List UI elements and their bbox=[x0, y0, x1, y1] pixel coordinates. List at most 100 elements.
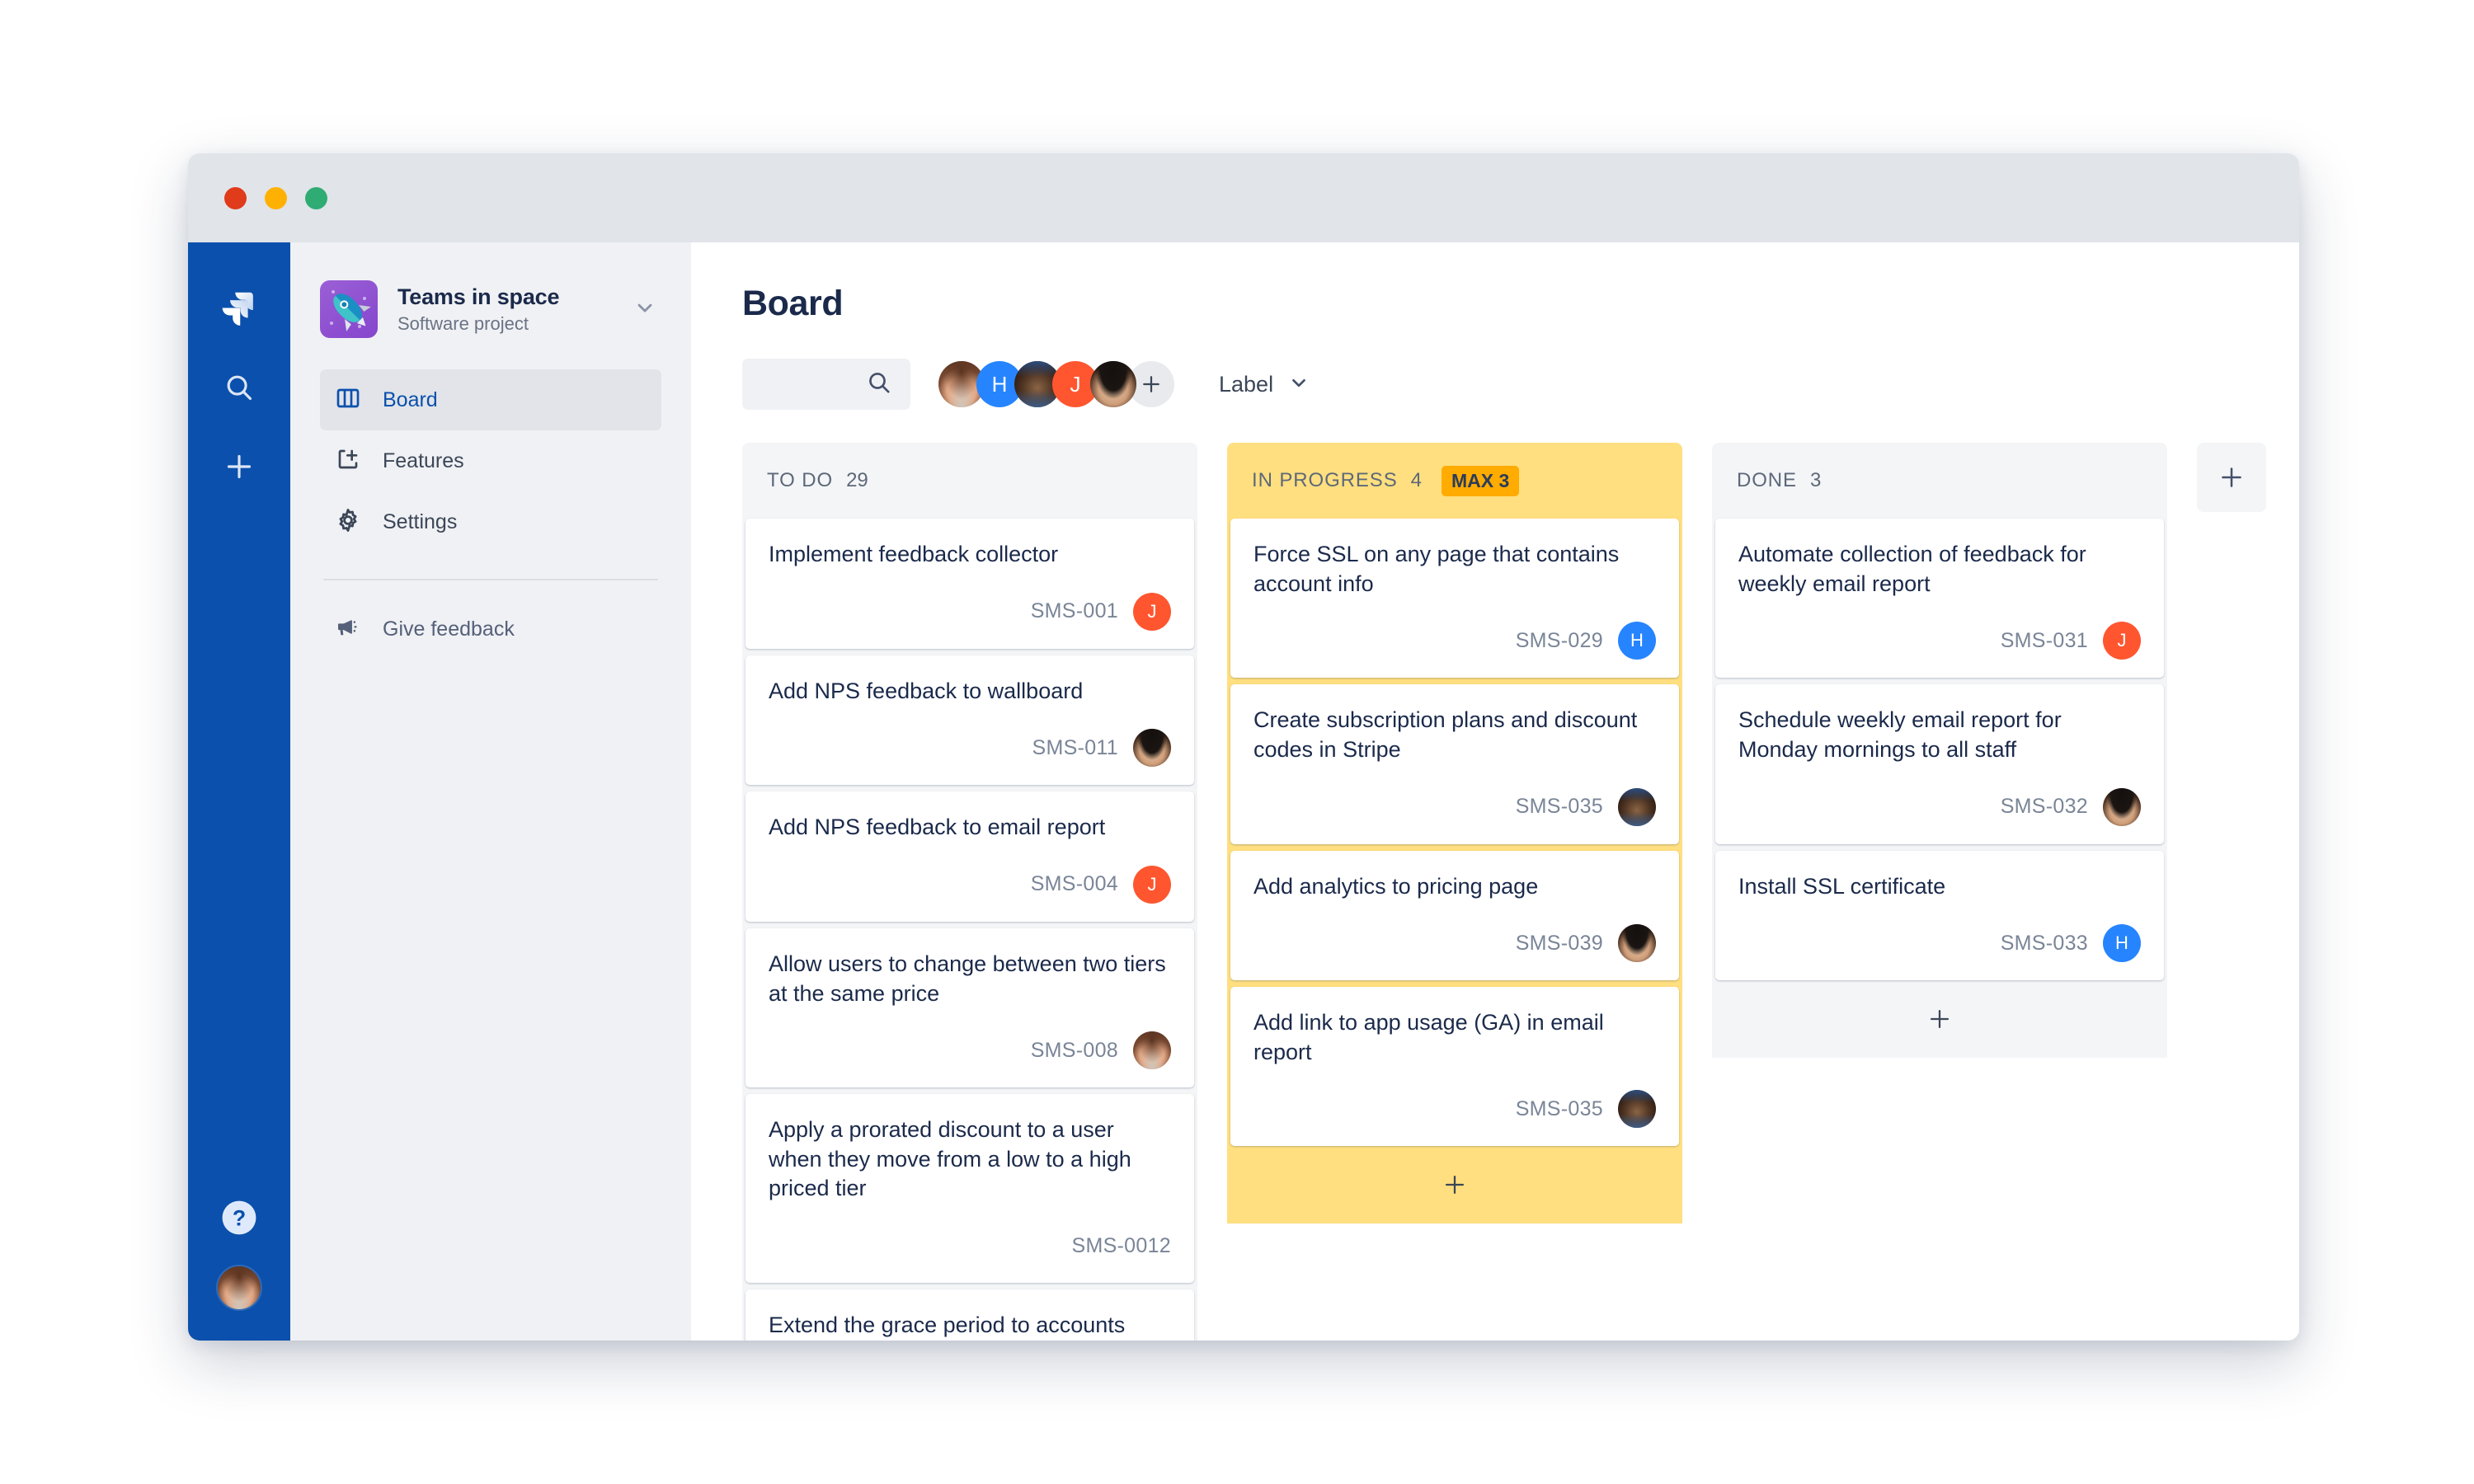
board-columns: TO DO 29 Implement feedback collector SMS-0… bbox=[742, 443, 2299, 1341]
board-column: IN PROGRESS 4 MAX 3 Force SSL on any page t… bbox=[1227, 443, 1682, 1224]
card-footer: SMS-039 bbox=[1253, 924, 1656, 963]
add-card-button[interactable] bbox=[1712, 980, 2167, 1058]
avatar[interactable] bbox=[216, 1265, 262, 1311]
app-body: ? Teams in space Software project Board … bbox=[188, 242, 2299, 1341]
column-count: 29 bbox=[846, 469, 868, 491]
sidebar-item-board[interactable]: Board bbox=[320, 369, 661, 430]
column-name: IN PROGRESS bbox=[1252, 469, 1398, 491]
help-icon[interactable]: ? bbox=[221, 1200, 257, 1240]
board-card[interactable]: Automate collection of feedback for week… bbox=[1715, 519, 2164, 679]
sidebar-item-features[interactable]: Features bbox=[320, 430, 661, 491]
chevron-down-icon bbox=[1288, 372, 1310, 397]
card-title: Add NPS feedback to email report bbox=[769, 815, 1106, 840]
board-column: DONE 3 Automate collection of feedback for… bbox=[1712, 443, 2167, 1059]
sidebar-item-label: Features bbox=[383, 448, 464, 472]
sidebar-item-label: Give feedback bbox=[383, 617, 515, 641]
plus-icon[interactable] bbox=[218, 445, 261, 488]
column-card-list: Implement feedback collector SMS-001 J Add … bbox=[742, 519, 1197, 1341]
search-icon[interactable] bbox=[218, 366, 261, 409]
column-count: 4 bbox=[1410, 469, 1422, 491]
status-badge: MAX 3 bbox=[1441, 465, 1520, 496]
card-issue-key[interactable]: SMS-035 bbox=[1516, 795, 1603, 819]
card-title: Install SSL certificate bbox=[1738, 873, 1946, 899]
board-card[interactable]: Apply a prorated discount to a user when… bbox=[745, 1094, 1194, 1283]
label-filter-dropdown[interactable]: Label bbox=[1219, 372, 1310, 397]
card-issue-key[interactable]: SMS-0012 bbox=[1071, 1234, 1171, 1258]
avatar[interactable] bbox=[1618, 1090, 1656, 1129]
svg-text:?: ? bbox=[233, 1205, 246, 1230]
card-footer: SMS-032 bbox=[1738, 787, 2141, 826]
avatar[interactable]: J bbox=[1133, 592, 1171, 631]
card-title: Automate collection of feedback for week… bbox=[1738, 542, 2086, 596]
window-close-button[interactable] bbox=[224, 186, 247, 209]
board-content: Board HJ Label TO DO 29 Implement feedba… bbox=[691, 242, 2299, 1341]
board-toolbar: HJ Label bbox=[742, 359, 2299, 410]
avatar-photo bbox=[1090, 361, 1136, 407]
window-titlebar bbox=[188, 153, 2299, 242]
card-issue-key[interactable]: SMS-001 bbox=[1031, 599, 1118, 623]
avatar[interactable] bbox=[1618, 787, 1656, 826]
board-card[interactable]: Install SSL certificate SMS-033 H bbox=[1715, 850, 2164, 981]
board-card[interactable]: Schedule weekly email report for Monday … bbox=[1715, 684, 2164, 844]
column-card-list: Automate collection of feedback for week… bbox=[1712, 519, 2167, 981]
avatar-photo bbox=[1133, 729, 1171, 768]
avatar[interactable] bbox=[2103, 787, 2141, 826]
card-title: Add link to app usage (GA) in email repo… bbox=[1253, 1010, 1604, 1064]
window-minimize-button[interactable] bbox=[265, 186, 287, 209]
rocket-icon bbox=[320, 280, 378, 338]
card-footer: SMS-035 bbox=[1253, 787, 1656, 826]
sidebar-item-label: Settings bbox=[383, 510, 458, 533]
search-input[interactable] bbox=[742, 359, 910, 410]
jira-logo-icon[interactable] bbox=[219, 289, 260, 330]
project-meta: Teams in space Software project bbox=[397, 284, 609, 335]
column-name: DONE bbox=[1737, 469, 1797, 491]
avatar[interactable] bbox=[1133, 729, 1171, 768]
avatar[interactable]: J bbox=[1133, 865, 1171, 904]
card-issue-key[interactable]: SMS-035 bbox=[1516, 1097, 1603, 1121]
card-issue-key[interactable]: SMS-031 bbox=[2001, 629, 2088, 653]
avatar[interactable]: H bbox=[2103, 924, 2141, 963]
project-header[interactable]: Teams in space Software project bbox=[320, 280, 661, 338]
add-column-button[interactable] bbox=[2197, 443, 2266, 512]
card-issue-key[interactable]: SMS-011 bbox=[1032, 736, 1118, 760]
avatar[interactable]: H bbox=[1618, 622, 1656, 660]
card-title: Allow users to change between two tiers … bbox=[769, 951, 1166, 1006]
sidebar-item-settings[interactable]: Settings bbox=[320, 491, 661, 552]
window-maximize-button[interactable] bbox=[305, 186, 327, 209]
chevron-down-icon[interactable] bbox=[628, 291, 661, 328]
card-issue-key[interactable]: SMS-008 bbox=[1031, 1039, 1118, 1063]
board-card[interactable]: Allow users to change between two tiers … bbox=[745, 928, 1194, 1088]
avatar[interactable] bbox=[1133, 1031, 1171, 1070]
gear-icon bbox=[335, 507, 361, 538]
board-card[interactable]: Force SSL on any page that contains acco… bbox=[1230, 519, 1679, 679]
card-issue-key[interactable]: SMS-004 bbox=[1031, 872, 1118, 896]
card-issue-key[interactable]: SMS-032 bbox=[2001, 795, 2088, 819]
board-card[interactable]: Add NPS feedback to email report SMS-004 J bbox=[745, 791, 1194, 922]
app-window: ? Teams in space Software project Board … bbox=[188, 153, 2299, 1341]
board-card[interactable]: Create subscription plans and discount c… bbox=[1230, 684, 1679, 844]
card-issue-key[interactable]: SMS-029 bbox=[1516, 629, 1603, 653]
card-title: Create subscription plans and discount c… bbox=[1253, 707, 1638, 762]
column-name: TO DO bbox=[767, 469, 834, 491]
column-header: IN PROGRESS 4 MAX 3 bbox=[1227, 443, 1682, 519]
board-member-avatars: HJ bbox=[938, 361, 1136, 407]
add-card-button[interactable] bbox=[1227, 1146, 1682, 1223]
sidebar-item-give-feedback[interactable]: Give feedback bbox=[320, 599, 661, 660]
search-icon bbox=[866, 369, 892, 400]
avatar[interactable] bbox=[1090, 361, 1136, 407]
card-footer: SMS-004 J bbox=[769, 865, 1171, 904]
board-card[interactable]: Add link to app usage (GA) in email repo… bbox=[1230, 987, 1679, 1147]
board-column: TO DO 29 Implement feedback collector SMS-0… bbox=[742, 443, 1197, 1341]
board-card[interactable]: Implement feedback collector SMS-001 J bbox=[745, 519, 1194, 649]
card-footer: SMS-031 J bbox=[1738, 622, 2141, 660]
board-card[interactable]: Add analytics to pricing page SMS-039 bbox=[1230, 850, 1679, 981]
avatar-photo bbox=[1618, 787, 1656, 826]
card-issue-key[interactable]: SMS-039 bbox=[1516, 932, 1603, 956]
avatar[interactable]: J bbox=[2103, 622, 2141, 660]
avatar[interactable] bbox=[1618, 924, 1656, 963]
board-card[interactable]: Extend the grace period to accounts bbox=[745, 1289, 1194, 1341]
board-card[interactable]: Add NPS feedback to wallboard SMS-011 bbox=[745, 655, 1194, 786]
card-issue-key[interactable]: SMS-033 bbox=[2001, 932, 2088, 956]
card-title: Implement feedback collector bbox=[769, 542, 1059, 566]
card-title: Extend the grace period to accounts bbox=[769, 1313, 1126, 1337]
